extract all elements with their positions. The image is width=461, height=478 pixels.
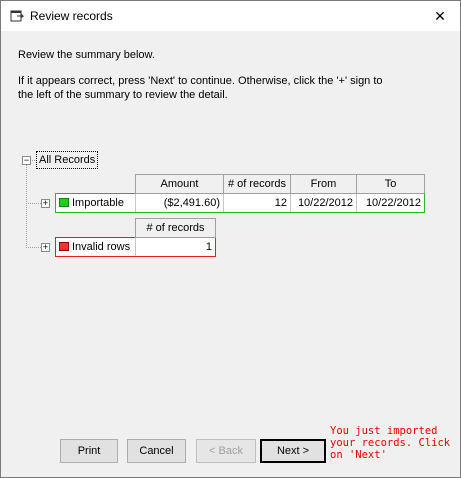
app-icon: [10, 10, 24, 22]
invalid-record-count: 1: [135, 237, 216, 257]
importable-label: Importable: [72, 197, 124, 209]
red-status-icon: [59, 242, 69, 251]
importable-summary-table: Amount # of records From To Importable (…: [55, 174, 425, 213]
blank-header-cell: [56, 175, 136, 194]
importable-row[interactable]: Importable ($2,491.60) 12 10/22/2012 10/…: [55, 193, 425, 213]
importable-amount: ($2,491.60): [135, 193, 224, 213]
next-button[interactable]: Next >: [260, 439, 326, 463]
invalid-label-cell: Invalid rows: [55, 237, 136, 257]
importable-header-row: Amount # of records From To: [56, 174, 425, 194]
title-bar: Review records ✕: [1, 1, 460, 31]
review-records-dialog: Review records ✕ Review the summary belo…: [0, 0, 461, 478]
from-header: From: [290, 174, 357, 194]
tree-connector: [26, 203, 41, 204]
hint-annotation: You just imported your records. Click on…: [330, 425, 451, 461]
expand-importable-icon[interactable]: +: [41, 199, 50, 208]
importable-to-date: 10/22/2012: [356, 193, 425, 213]
collapse-icon[interactable]: −: [22, 156, 31, 165]
importable-from-date: 10/22/2012: [290, 193, 357, 213]
cancel-button[interactable]: Cancel: [127, 439, 186, 463]
window-title: Review records: [30, 9, 113, 23]
invalid-summary-table: # of records Invalid rows 1: [55, 218, 216, 257]
tree-connector: [26, 165, 27, 248]
blank-header-cell: [56, 219, 136, 238]
instruction-line-2: If it appears correct, press 'Next' to c…: [18, 75, 383, 87]
importable-label-cell: Importable: [55, 193, 136, 213]
close-icon[interactable]: ✕: [420, 1, 460, 31]
records-header: # of records: [223, 174, 291, 194]
invalid-header-row: # of records: [56, 218, 216, 238]
invalid-label: Invalid rows: [72, 241, 131, 253]
importable-record-count: 12: [223, 193, 291, 213]
print-button[interactable]: Print: [60, 439, 118, 463]
tree-root-all-records[interactable]: All Records: [36, 151, 99, 169]
expand-invalid-icon[interactable]: +: [41, 243, 50, 252]
green-status-icon: [59, 198, 69, 207]
amount-header: Amount: [135, 174, 224, 194]
invalid-records-header: # of records: [135, 218, 216, 238]
instruction-line-1: Review the summary below.: [18, 49, 155, 61]
to-header: To: [356, 174, 425, 194]
invalid-row[interactable]: Invalid rows 1: [55, 237, 216, 257]
back-button[interactable]: < Back: [196, 439, 256, 463]
instruction-line-3: the left of the summary to review the de…: [18, 89, 228, 101]
tree-connector: [26, 247, 41, 248]
